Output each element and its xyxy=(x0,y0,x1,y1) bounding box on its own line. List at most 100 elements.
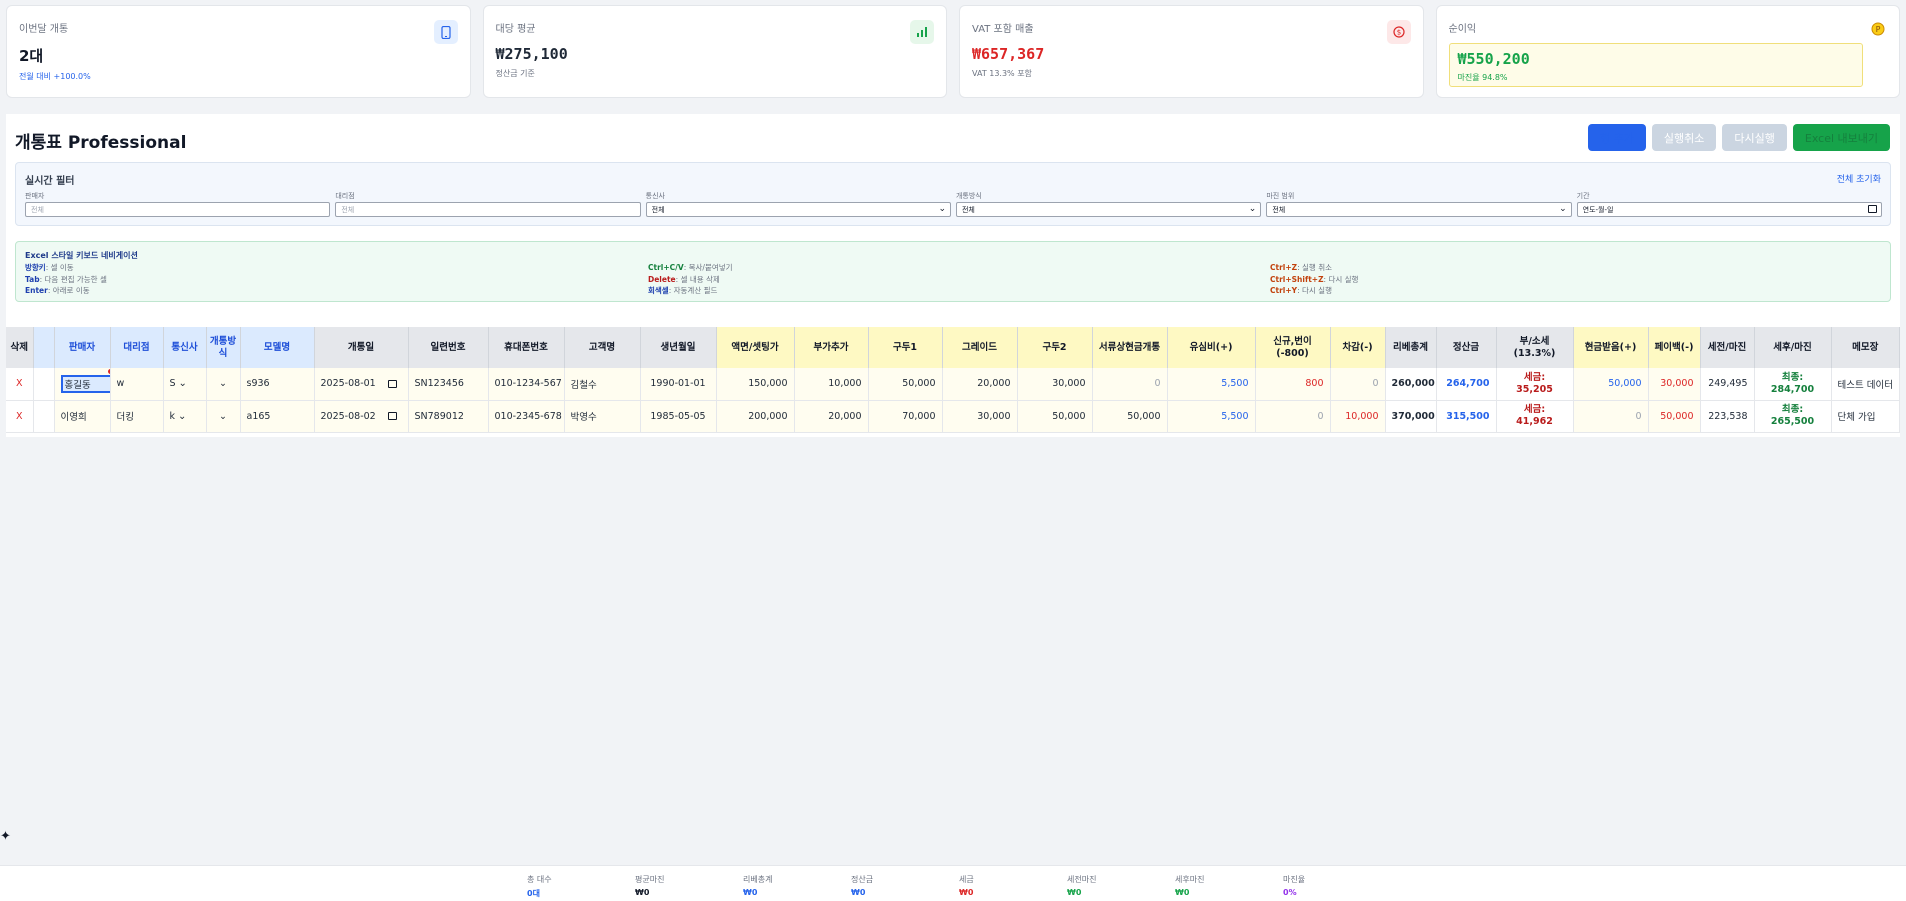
add-row-button[interactable]: 행 추가 xyxy=(1588,124,1646,151)
agency-filter-input[interactable]: 전체 xyxy=(335,202,641,217)
seller-filter-input[interactable]: 전체 xyxy=(25,202,331,217)
col-header[interactable]: 개통방식 xyxy=(206,327,241,368)
agency-cell[interactable]: w xyxy=(110,368,164,401)
margin-filter-select[interactable]: 전체 ⌄ xyxy=(1266,202,1572,217)
shortcut-item: Ctrl+C/V: 복사/붙여넣기 xyxy=(648,263,733,272)
col-header[interactable]: 대리점 xyxy=(110,327,164,368)
col-header[interactable]: 구두1 xyxy=(868,327,943,368)
carrier-cell[interactable]: k ⌄ xyxy=(163,400,207,433)
gudu2-cell[interactable]: 50,000 xyxy=(1017,400,1093,433)
settlement-cell: 264,700 xyxy=(1436,368,1497,401)
filter-value: 전체 xyxy=(961,206,975,214)
phone-cell[interactable]: 010-2345-678 xyxy=(488,400,565,433)
gudu1-cell[interactable]: 70,000 xyxy=(868,400,943,433)
col-header[interactable]: 액면/셋팅가 xyxy=(716,327,795,368)
method-filter-select[interactable]: 전체 ⌄ xyxy=(955,202,1262,217)
delete-row-button[interactable]: X xyxy=(6,368,34,401)
price-cell[interactable]: 200,000 xyxy=(716,400,795,433)
birth-cell[interactable]: 1985-05-05 xyxy=(640,400,717,433)
col-header[interactable]: 메모장 xyxy=(1831,327,1900,368)
col-header[interactable]: 휴대폰번호 xyxy=(488,327,565,368)
col-header[interactable]: 리베총계 xyxy=(1385,327,1437,368)
col-header[interactable]: 세전/마진 xyxy=(1700,327,1755,368)
deduct-cell[interactable]: 0 xyxy=(1330,368,1386,401)
usim-cell[interactable]: 5,500 xyxy=(1167,368,1256,401)
calendar-icon[interactable] xyxy=(387,412,397,420)
col-header[interactable]: 구두2 xyxy=(1017,327,1093,368)
agency-cell[interactable]: 더킹 xyxy=(110,400,164,433)
carrier-cell[interactable]: S ⌄ xyxy=(163,368,207,401)
calendar-icon[interactable] xyxy=(387,379,397,388)
redo-button[interactable]: 다시실행 xyxy=(1722,124,1787,151)
doc-cash-cell[interactable]: 0 xyxy=(1092,368,1168,401)
date-filter-input[interactable]: 연도-월-일 xyxy=(1576,202,1882,217)
col-header[interactable]: 세후/마진 xyxy=(1754,327,1832,368)
profit-highlight: ₩550,200 마진율 94.8% xyxy=(1448,43,1863,87)
carrier-value: k xyxy=(169,410,176,422)
payback-cell[interactable]: 50,000 xyxy=(1648,400,1701,433)
shortcut-column: 방향키: 셀 이동 Tab: 다음 편집 가능한 셀 Enter: 아래로 이동 xyxy=(25,262,107,297)
model-cell[interactable]: a165 xyxy=(240,400,315,433)
sparkle-icon[interactable]: ✦ xyxy=(0,829,11,844)
addon-cell[interactable]: 10,000 xyxy=(794,368,869,401)
serial-cell[interactable]: SN123456 xyxy=(408,368,489,401)
summary-label: 총 대수 xyxy=(527,875,552,884)
row-marker xyxy=(33,368,55,401)
addon-cell[interactable]: 20,000 xyxy=(794,400,869,433)
method-cell[interactable]: ⌄ xyxy=(206,400,241,433)
col-header[interactable]: 개통일 xyxy=(314,327,409,368)
memo-cell[interactable]: 단체 가입 xyxy=(1831,400,1900,433)
col-header[interactable]: 서류상현금개통 xyxy=(1092,327,1168,368)
doc-cash-cell[interactable]: 50,000 xyxy=(1092,400,1168,433)
col-header[interactable]: 부가추가 xyxy=(794,327,869,368)
cash-received-cell[interactable]: 50,000 xyxy=(1573,368,1649,401)
customer-cell[interactable]: 박영수 xyxy=(564,400,641,433)
payback-cell[interactable]: 30,000 xyxy=(1648,368,1701,401)
col-header[interactable]: 정산금 xyxy=(1436,327,1497,368)
col-header[interactable]: 유심비(+) xyxy=(1167,327,1256,368)
carrier-filter-select[interactable]: 전체 ⌄ xyxy=(645,202,951,217)
tax-label: 세금: xyxy=(1523,371,1546,383)
grade-cell[interactable]: 20,000 xyxy=(942,368,1018,401)
col-header[interactable]: 차감(-) xyxy=(1330,327,1386,368)
col-header[interactable]: 현금받음(+) xyxy=(1573,327,1649,368)
col-header[interactable]: 일련번호 xyxy=(408,327,489,368)
seller-input[interactable]: 홍길동 xyxy=(60,374,109,393)
date-cell[interactable]: 2025-08-02 xyxy=(314,400,409,433)
seller-cell[interactable]: 홍길동 xyxy=(54,368,111,401)
delete-row-button[interactable]: X xyxy=(6,400,34,433)
excel-export-button[interactable]: Excel 내보내기 xyxy=(1792,124,1890,151)
new-number-cell[interactable]: 0 xyxy=(1255,400,1331,433)
date-cell[interactable]: 2025-08-01 xyxy=(314,368,409,401)
price-cell[interactable]: 150,000 xyxy=(716,368,795,401)
col-header[interactable]: 모델명 xyxy=(240,327,315,368)
deduct-cell[interactable]: 10,000 xyxy=(1330,400,1386,433)
col-header[interactable]: 판매자 xyxy=(54,327,111,368)
method-cell[interactable]: ⌄ xyxy=(206,368,241,401)
col-header: 삭제 xyxy=(6,327,34,368)
customer-cell[interactable]: 김철수 xyxy=(564,368,641,401)
col-header[interactable]: 고객명 xyxy=(564,327,641,368)
gudu1-cell[interactable]: 50,000 xyxy=(868,368,943,401)
col-header[interactable]: 통신사 xyxy=(163,327,207,368)
reset-filters-link[interactable]: 전체 초기화 xyxy=(1837,172,1881,185)
usim-cell[interactable]: 5,500 xyxy=(1167,400,1256,433)
cash-received-cell[interactable]: 0 xyxy=(1573,400,1649,433)
gudu2-cell[interactable]: 30,000 xyxy=(1017,368,1093,401)
col-header[interactable]: 부/소세 (13.3%) xyxy=(1496,327,1574,368)
memo-cell[interactable]: 테스트 데이터 xyxy=(1831,368,1900,401)
phone-cell[interactable]: 010-1234-567 xyxy=(488,368,565,401)
seller-cell[interactable]: 이영희 xyxy=(54,400,111,433)
summary-item-posttax: 세후마진 ₩0 xyxy=(1175,874,1204,897)
col-header[interactable]: 페이백(-) xyxy=(1648,327,1701,368)
birth-cell[interactable]: 1990-01-01 xyxy=(640,368,717,401)
col-header[interactable]: 신규,번이(-800) xyxy=(1255,327,1331,368)
model-cell[interactable]: s936 xyxy=(240,368,315,401)
calendar-icon[interactable] xyxy=(1867,205,1877,213)
undo-button[interactable]: 실행취소 xyxy=(1651,124,1717,151)
serial-cell[interactable]: SN789012 xyxy=(408,400,489,433)
col-header[interactable]: 그레이드 xyxy=(942,327,1018,368)
new-number-cell[interactable]: 800 xyxy=(1255,368,1331,401)
col-header[interactable]: 생년월일 xyxy=(640,327,717,368)
grade-cell[interactable]: 30,000 xyxy=(942,400,1018,433)
